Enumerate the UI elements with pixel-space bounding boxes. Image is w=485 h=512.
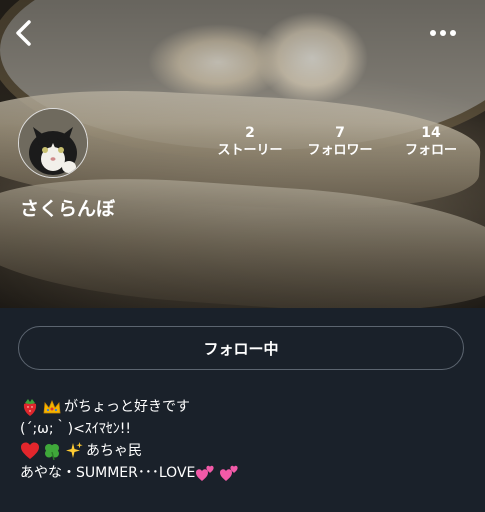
profile-bio: がちょっと好きです (´;ω;｀)<ｽｲﾏｾﾝ!! あちゃ民 あやな・SUMME… (20, 396, 243, 484)
bio-line: (´;ω;｀)<ｽｲﾏｾﾝ!! (20, 418, 243, 440)
stat-stories[interactable]: 2 ストーリー (200, 124, 300, 160)
back-chevron-icon (16, 20, 31, 46)
bio-line4-text: あやな・SUMMER･･･LOVE (20, 465, 196, 481)
two-hearts-icon (220, 465, 238, 481)
more-dot (440, 30, 446, 36)
stories-count: 2 (245, 125, 255, 141)
following-count: 14 (421, 125, 441, 141)
bio-line: あやな・SUMMER･･･LOVE (20, 462, 243, 484)
following-label: フォロー (404, 143, 457, 158)
avatar[interactable] (18, 108, 88, 178)
more-dot (450, 30, 456, 36)
back-button[interactable] (10, 18, 40, 48)
bio-line1-text: がちょっと好きです (64, 399, 190, 415)
stories-label: ストーリー (217, 143, 283, 158)
sparkles-icon (66, 442, 83, 458)
profile-username: さくらんぼ (20, 198, 116, 220)
crown-icon (43, 399, 61, 414)
clover-icon (45, 444, 59, 461)
bio-line3-text: あちゃ民 (86, 443, 142, 459)
following-button[interactable]: フォロー中 (18, 326, 464, 370)
red-heart-icon (21, 442, 39, 459)
followers-label: フォロワー (307, 143, 373, 158)
more-options-button[interactable] (430, 30, 460, 38)
stat-following[interactable]: 14 フォロー (381, 124, 481, 160)
strawberry-icon (23, 399, 37, 416)
bio-line: あちゃ民 (20, 440, 243, 462)
followers-count: 7 (335, 125, 345, 141)
bio-line2-text: (´;ω;｀)<ｽｲﾏｾﾝ!! (20, 421, 132, 437)
more-dot (430, 30, 436, 36)
two-hearts-icon (196, 465, 214, 481)
bio-line: がちょっと好きです (20, 396, 243, 418)
stat-followers[interactable]: 7 フォロワー (290, 124, 390, 160)
cat-avatar-icon (19, 109, 87, 177)
